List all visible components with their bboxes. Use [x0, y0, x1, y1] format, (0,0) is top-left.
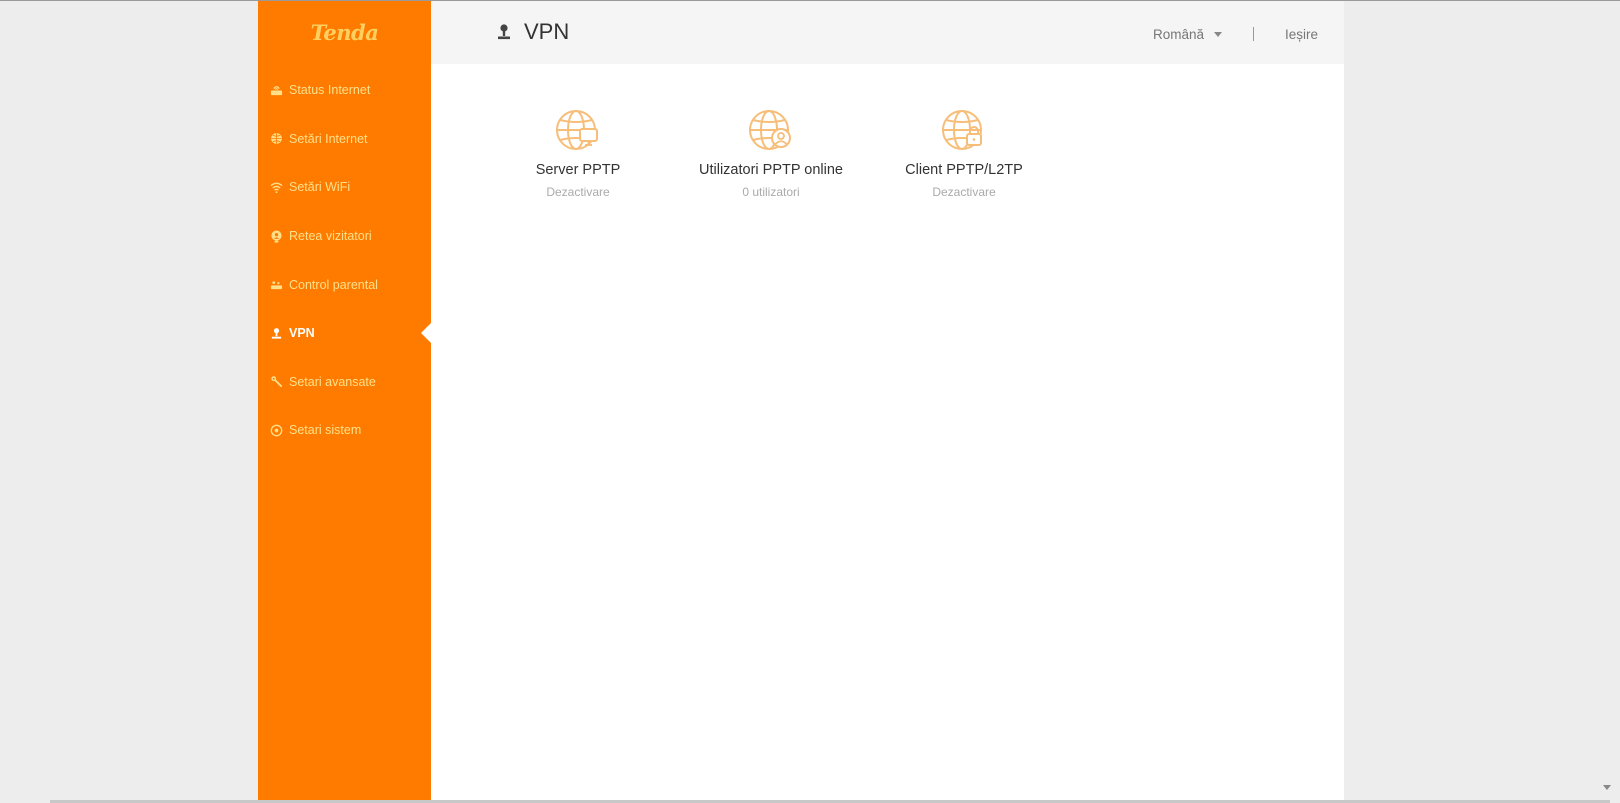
vpn-title-icon	[498, 24, 510, 40]
server-globe-icon	[555, 107, 601, 153]
wrench-icon	[270, 375, 283, 388]
sidebar-item-label: VPN	[289, 326, 315, 341]
card-client-pptp-l2tp[interactable]: Client PPTP/L2TP Dezactivare	[864, 107, 1064, 199]
globe-icon	[270, 132, 283, 145]
logout-link[interactable]: Ieșire	[1285, 27, 1318, 42]
sidebar-item-setari-internet[interactable]: Setări Internet	[258, 115, 431, 164]
sidebar-item-setari-sistem[interactable]: Setari sistem	[258, 406, 431, 455]
page-title: VPN	[524, 19, 570, 44]
sidebar-item-setari-wifi[interactable]: Setări WiFi	[258, 163, 431, 212]
chevron-down-icon	[1214, 32, 1223, 37]
sidebar-item-vpn[interactable]: VPN	[258, 309, 431, 358]
page-title-group: VPN	[496, 19, 569, 45]
sidebar-item-label: Setări Internet	[289, 131, 368, 146]
sidebar-item-setari-avansate[interactable]: Setari avansate	[258, 358, 431, 407]
sidebar-item-control-parental[interactable]: Control parental	[258, 260, 431, 309]
sidebar-item-retea-vizitatori[interactable]: Retea vizitatori	[258, 212, 431, 261]
card-utilizatori-pptp-online[interactable]: Utilizatori PPTP online 0 utilizatori	[671, 107, 871, 199]
language-label: Română	[1153, 27, 1205, 42]
card-server-pptp[interactable]: Server PPTP Dezactivare	[478, 107, 678, 199]
gear-icon	[270, 424, 283, 437]
page-header: VPN Română Ieșire	[431, 1, 1344, 64]
header-divider	[1253, 27, 1254, 41]
sidebar-item-label: Retea vizitatori	[289, 229, 372, 244]
card-status: Dezactivare	[932, 185, 996, 199]
guest-icon	[270, 230, 283, 243]
router-icon	[270, 84, 283, 97]
lock-globe-icon	[941, 107, 987, 153]
card-title: Utilizatori PPTP online	[699, 162, 843, 178]
card-status: 0 utilizatori	[742, 185, 800, 199]
sidebar-item-status-internet[interactable]: Status Internet	[258, 66, 431, 115]
sidebar-item-label: Setări WiFi	[289, 180, 351, 195]
sidebar-nav: Status Internet Setări Internet Setări W…	[258, 66, 431, 455]
tenda-logo: Tenda	[310, 20, 379, 45]
sidebar-item-label: Setari avansate	[289, 374, 376, 389]
sidebar: Tenda Status Internet Setări Internet Se…	[258, 1, 431, 801]
language-select[interactable]: Română	[1153, 27, 1223, 42]
parental-icon	[270, 278, 283, 291]
card-title: Client PPTP/L2TP	[905, 162, 1023, 178]
scroll-down-arrow-icon[interactable]	[1603, 785, 1611, 790]
router-admin-app: Tenda Status Internet Setări Internet Se…	[258, 1, 1344, 801]
wifi-icon	[270, 181, 283, 194]
card-title: Server PPTP	[535, 162, 621, 178]
sidebar-item-label: Setari sistem	[289, 423, 362, 438]
active-indicator-arrow	[421, 323, 431, 344]
sidebar-item-label: Status Internet	[289, 83, 371, 98]
card-status: Dezactivare	[546, 185, 610, 199]
users-globe-icon	[748, 107, 794, 153]
sidebar-item-label: Control parental	[289, 277, 378, 292]
vpn-icon	[270, 327, 283, 340]
